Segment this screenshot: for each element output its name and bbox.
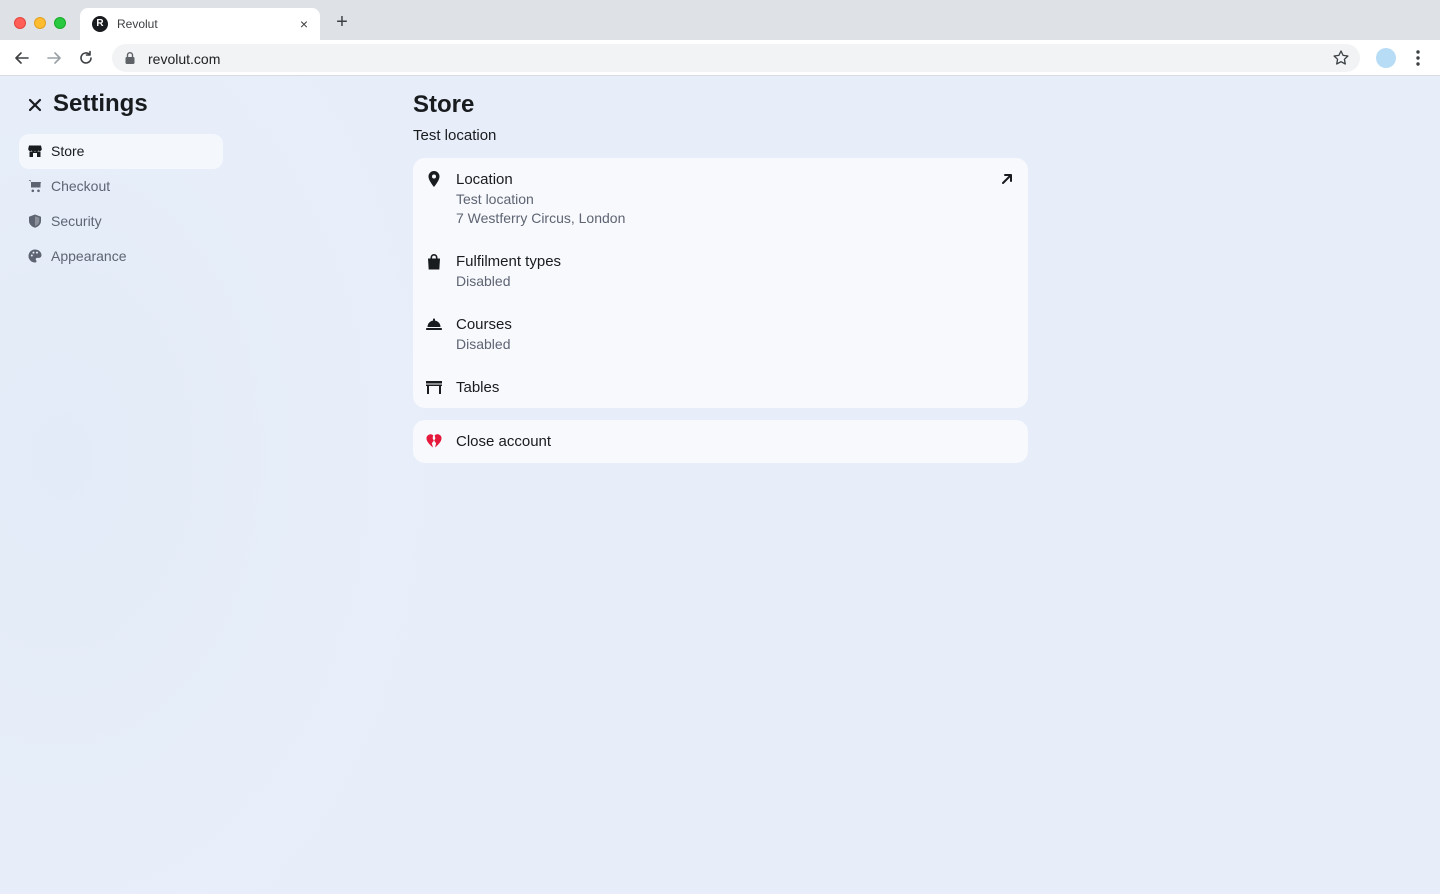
store-settings-card: Location Test location 7 Westferry Circu… <box>413 158 1028 408</box>
row-subtitle: Test location <box>456 191 534 207</box>
broken-heart-icon <box>426 434 442 448</box>
arrow-left-icon <box>15 52 29 64</box>
row-title: Location <box>456 171 513 188</box>
close-account-button[interactable]: Close account <box>413 420 1028 463</box>
sidebar-item-security[interactable]: Security <box>19 204 223 239</box>
window-minimize-button[interactable] <box>34 17 46 29</box>
row-subtitle: Disabled <box>456 273 511 289</box>
sidebar-item-label: Security <box>51 213 102 229</box>
store-icon <box>28 145 42 157</box>
external-link-arrow-icon[interactable] <box>1000 172 1014 186</box>
window-maximize-button[interactable] <box>54 17 66 29</box>
profile-avatar[interactable] <box>1376 48 1396 68</box>
settings-title: Settings <box>53 90 148 117</box>
table-icon <box>426 381 442 394</box>
bookmark-star-icon[interactable] <box>1332 49 1350 67</box>
close-account-card: Close account <box>413 420 1028 463</box>
bag-icon <box>428 254 440 270</box>
new-tab-button[interactable]: + <box>332 12 352 32</box>
row-title: Tables <box>456 379 500 396</box>
settings-row-fulfilment-types[interactable]: Fulfilment types Disabled <box>413 240 1028 302</box>
address-bar[interactable]: revolut.com <box>112 44 1360 72</box>
sidebar-item-label: Store <box>51 143 85 159</box>
close-settings-icon[interactable] <box>26 96 44 114</box>
row-title: Courses <box>456 316 512 333</box>
cloche-icon <box>426 318 442 330</box>
sidebar-item-checkout[interactable]: Checkout <box>19 169 223 204</box>
browser-tab-bar: R Revolut × + <box>0 0 1440 40</box>
row-title: Fulfilment types <box>456 253 562 270</box>
row-subtitle: Disabled <box>456 336 511 352</box>
close-account-label: Close account <box>456 433 552 450</box>
tab-close-icon[interactable]: × <box>296 16 312 32</box>
settings-row-courses[interactable]: Courses Disabled <box>413 302 1028 365</box>
settings-sidebar: Store Checkout Security Appearance <box>19 134 223 274</box>
location-pin-icon <box>428 171 440 187</box>
url-text: revolut.com <box>148 51 221 67</box>
sidebar-item-store[interactable]: Store <box>19 134 223 169</box>
browser-toolbar: revolut.com <box>0 40 1440 76</box>
forward-button[interactable] <box>44 48 64 68</box>
lock-icon <box>125 52 135 64</box>
palette-icon <box>28 249 42 263</box>
reload-button[interactable] <box>76 48 96 68</box>
back-button[interactable] <box>12 48 32 68</box>
sidebar-item-label: Checkout <box>51 178 111 194</box>
more-options-icon[interactable] <box>1410 48 1426 68</box>
sidebar-item-label: Appearance <box>51 248 127 264</box>
settings-page: Settings Store Checkout Security Appeara… <box>0 77 1440 894</box>
window-close-button[interactable] <box>14 17 26 29</box>
row-address: 7 Westferry Circus, London <box>456 210 626 226</box>
cart-icon <box>28 180 41 193</box>
settings-row-location[interactable]: Location Test location 7 Westferry Circu… <box>413 158 1028 240</box>
shield-icon <box>29 214 41 228</box>
browser-tab[interactable]: R Revolut × <box>80 8 320 40</box>
revolut-favicon-icon: R <box>92 16 108 32</box>
reload-icon <box>80 50 92 64</box>
tab-title: Revolut <box>117 17 158 31</box>
settings-row-tables[interactable]: Tables <box>413 365 1028 408</box>
sidebar-item-appearance[interactable]: Appearance <box>19 239 223 274</box>
page-subtitle: Test location <box>413 127 497 144</box>
arrow-right-icon <box>47 52 61 64</box>
page-title: Store <box>413 91 475 118</box>
